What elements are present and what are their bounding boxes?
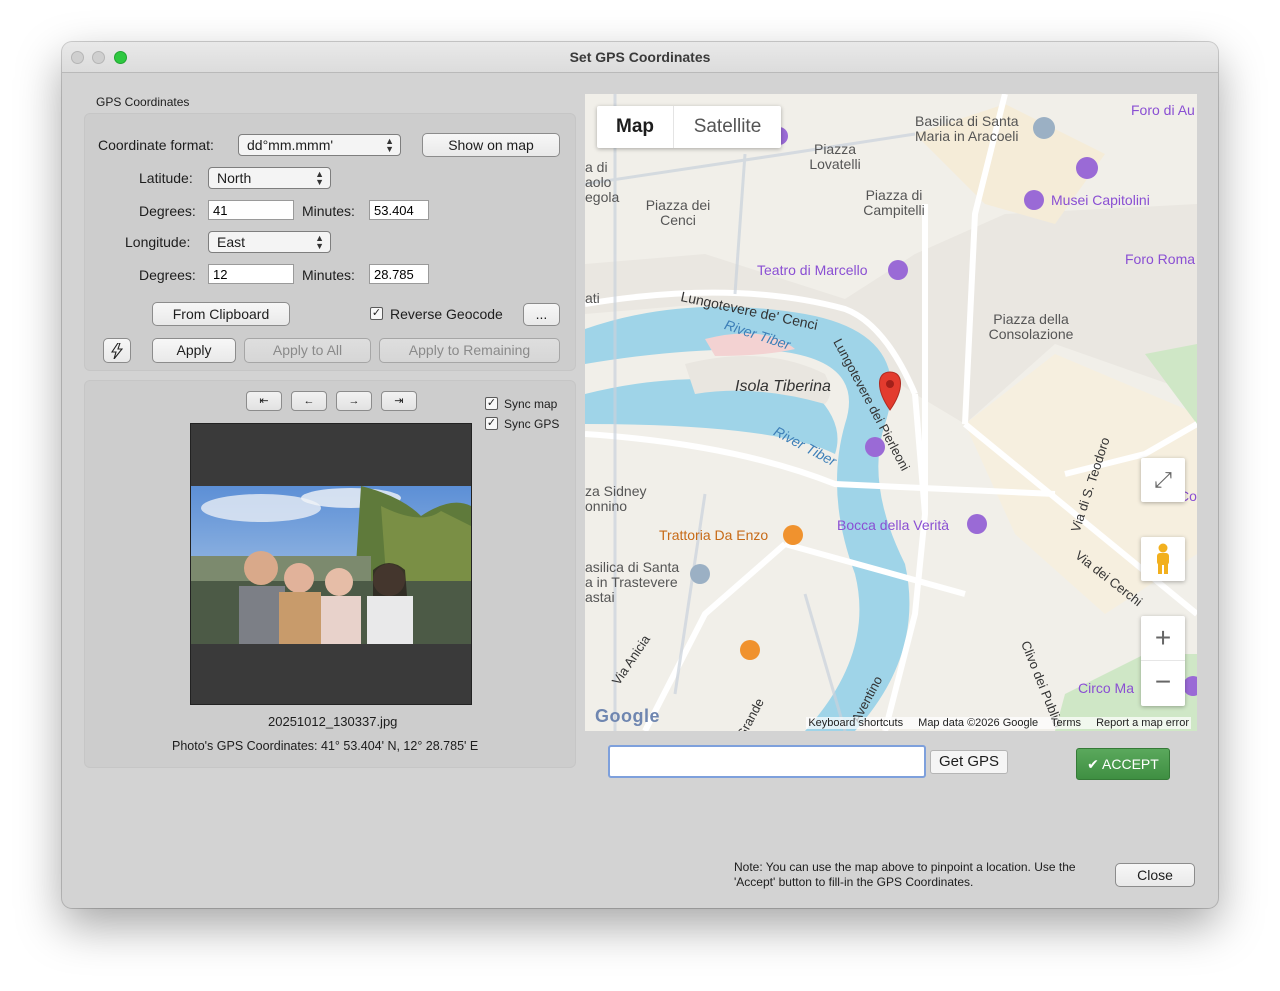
photo-image xyxy=(191,486,471,644)
close-button[interactable]: Close xyxy=(1115,863,1195,887)
updown-arrows-icon: ▲ ▼ xyxy=(385,136,394,154)
map-label-ati: ati xyxy=(585,290,600,306)
map-label-circo-ma: Circo Ma xyxy=(1078,680,1135,696)
satellite-tab[interactable]: Satellite xyxy=(673,106,781,148)
next-photo-button[interactable]: → xyxy=(336,391,372,411)
photo-filename: 20251012_130337.jpg xyxy=(268,714,398,729)
latitude-label: Latitude: xyxy=(139,170,193,186)
longitude-value: East xyxy=(217,234,246,250)
lightning-button[interactable] xyxy=(103,338,131,363)
lon-minutes-field[interactable] xyxy=(369,264,429,284)
map-label-piazza-consolazione: Piazza della Consolazione xyxy=(988,311,1074,342)
previous-photo-button[interactable]: ← xyxy=(291,391,327,411)
set-gps-dialog: Set GPS Coordinates GPS Coordinates Coor… xyxy=(62,42,1218,908)
minimize-window-button[interactable] xyxy=(92,51,105,64)
map-label-basilica-trastevere: asilica di Santa a in Trastevere astai xyxy=(585,559,680,605)
zoom-control: + − xyxy=(1141,616,1185,706)
location-search-input[interactable] xyxy=(608,745,926,778)
window-title: Set GPS Coordinates xyxy=(569,49,711,65)
map-label-teatro-marcello: Teatro di Marcello xyxy=(757,262,868,278)
google-logo: Google xyxy=(595,706,660,726)
map-label-piazza-cenci: Piazza dei Cenci xyxy=(645,197,711,228)
map-label-trattoria: Trattoria Da Enzo xyxy=(659,527,769,543)
keyboard-shortcuts-link[interactable]: Keyboard shortcuts xyxy=(808,717,903,729)
map-label-piazza-lovatelli: Piazza Lovatelli xyxy=(809,141,861,172)
lat-minutes-label: Minutes: xyxy=(302,203,355,219)
show-on-map-button[interactable]: Show on map xyxy=(422,133,560,157)
more-options-button[interactable]: ... xyxy=(523,303,560,326)
title-bar: Set GPS Coordinates xyxy=(62,42,1218,73)
close-window-button[interactable] xyxy=(71,51,84,64)
fullscreen-icon: ⤢ xyxy=(1154,467,1172,492)
apply-button[interactable]: Apply xyxy=(152,338,236,363)
apply-to-all-button[interactable]: Apply to All xyxy=(244,338,371,363)
map-label-foro-roma: Foro Roma xyxy=(1125,251,1196,267)
reverse-geocode-checkbox[interactable]: ✓ xyxy=(370,307,383,320)
updown-arrows-icon: ▲ ▼ xyxy=(315,233,324,251)
accept-button[interactable]: ✔ ACCEPT xyxy=(1076,748,1170,780)
lat-degrees-label: Degrees: xyxy=(139,203,196,219)
lightning-icon xyxy=(110,342,124,360)
latitude-value: North xyxy=(217,170,252,186)
map-label-bocca: Bocca della Verità xyxy=(837,517,950,533)
checkmark-icon: ✔ xyxy=(1087,756,1099,772)
street-view-button[interactable] xyxy=(1141,537,1185,581)
map-tab[interactable]: Map xyxy=(597,106,673,148)
right-arrow-icon: → xyxy=(348,395,360,407)
gps-group-label: GPS Coordinates xyxy=(96,95,190,109)
left-arrow-icon: ← xyxy=(303,395,315,407)
lon-degrees-field[interactable] xyxy=(208,264,294,284)
map-label-piazza-campitelli: Piazza di Campitelli xyxy=(863,187,925,218)
map-label-left-edge: a di aolo egola xyxy=(585,159,620,205)
coordinate-format-value: dd°mm.mmm' xyxy=(247,137,334,153)
photo-preview xyxy=(190,423,472,705)
apply-to-remaining-button[interactable]: Apply to Remaining xyxy=(379,338,560,363)
pegman-icon xyxy=(1157,543,1169,574)
coordinate-format-select[interactable]: dd°mm.mmm' ▲ ▼ xyxy=(238,134,401,156)
reverse-geocode-label: Reverse Geocode xyxy=(390,306,503,322)
zoom-in-button[interactable]: + xyxy=(1141,616,1185,661)
report-map-error-link[interactable]: Report a map error xyxy=(1096,717,1189,729)
longitude-label: Longitude: xyxy=(125,234,191,250)
lat-degrees-field[interactable] xyxy=(208,200,294,220)
terms-link[interactable]: Terms xyxy=(1051,717,1081,729)
map-data-attribution: Map data ©2026 Google xyxy=(918,717,1039,729)
map-label-foro-au: Foro di Au xyxy=(1131,102,1195,118)
latitude-select[interactable]: North ▲ ▼ xyxy=(208,167,331,189)
photo-gps-coordinates: Photo's GPS Coordinates: 41° 53.404' N, … xyxy=(172,739,479,753)
map-label-basilica-aracoeli: Basilica di Santa Maria in Aracoeli xyxy=(915,113,1019,144)
map-footer: Keyboard shortcuts Map data ©2026 Google… xyxy=(806,717,1191,729)
map-label-sidney: za Sidney onnino xyxy=(585,483,647,514)
lon-minutes-label: Minutes: xyxy=(302,267,355,283)
last-photo-button[interactable]: ⇥ xyxy=(381,391,417,411)
sync-gps-label: Sync GPS xyxy=(504,417,560,431)
sync-map-label: Sync map xyxy=(504,397,558,411)
first-photo-button[interactable]: ⇤ xyxy=(246,391,282,411)
lat-minutes-field[interactable] xyxy=(369,200,429,220)
fullscreen-button[interactable]: ⤢ xyxy=(1141,458,1185,502)
zoom-window-button[interactable] xyxy=(114,51,127,64)
note-text: Note: You can use the map above to pinpo… xyxy=(734,860,1076,889)
last-arrow-icon: ⇥ xyxy=(394,395,404,407)
sync-gps-checkbox[interactable]: ✓ xyxy=(485,417,498,430)
get-gps-button[interactable]: Get GPS xyxy=(930,750,1008,774)
map-view[interactable]: Map Satellite Basilica di Santa Maria in… xyxy=(585,94,1197,731)
map-type-control: Map Satellite xyxy=(597,106,781,148)
longitude-select[interactable]: East ▲ ▼ xyxy=(208,231,331,253)
map-label-isola-tiberina: Isola Tiberina xyxy=(735,378,831,395)
accept-label: ACCEPT xyxy=(1102,756,1159,772)
zoom-out-button[interactable]: − xyxy=(1141,661,1185,706)
updown-arrows-icon: ▲ ▼ xyxy=(315,169,324,187)
coordinate-format-label: Coordinate format: xyxy=(98,137,214,153)
from-clipboard-button[interactable]: From Clipboard xyxy=(152,302,290,326)
map-label-musei-capitolini: Musei Capitolini xyxy=(1051,192,1150,208)
lon-degrees-label: Degrees: xyxy=(139,267,196,283)
sync-map-checkbox[interactable]: ✓ xyxy=(485,397,498,410)
first-arrow-icon: ⇤ xyxy=(259,395,269,407)
